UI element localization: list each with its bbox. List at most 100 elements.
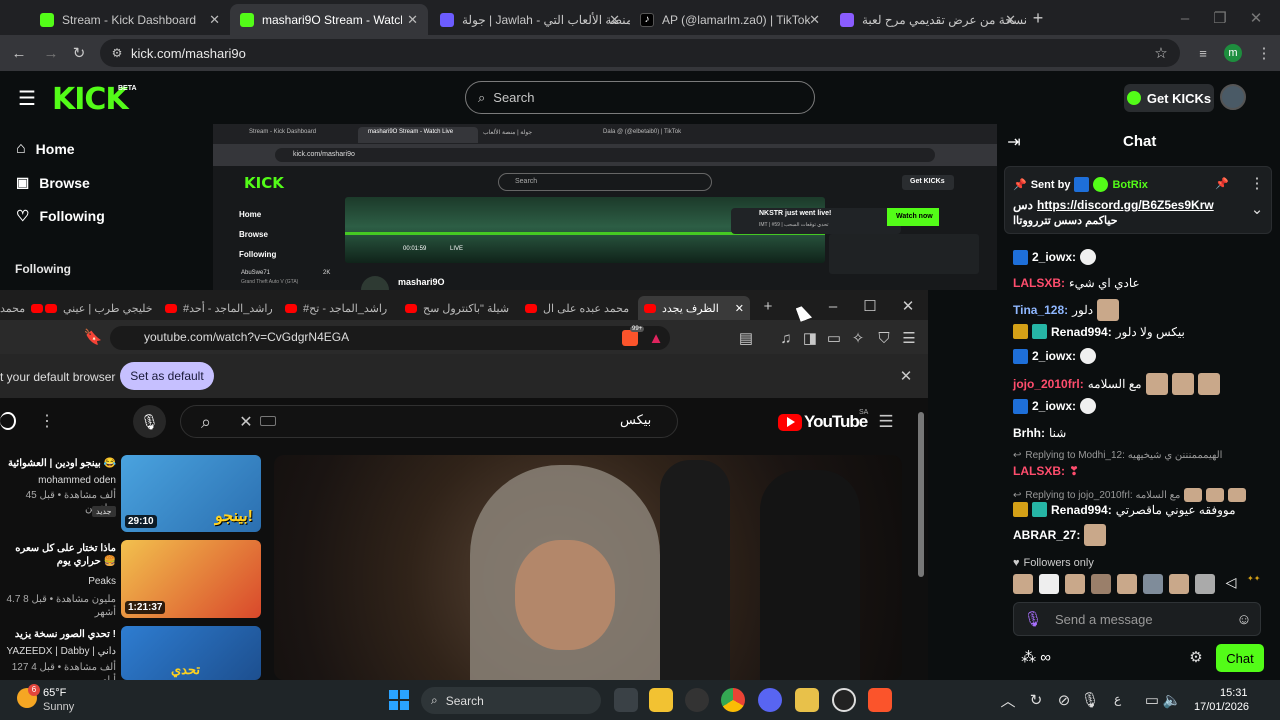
- ai-sparkle-icon[interactable]: ✧: [850, 330, 866, 347]
- emote-icon[interactable]: [1039, 574, 1059, 594]
- sidebar-icon[interactable]: ◨: [802, 330, 818, 347]
- chat-username[interactable]: Renad994:: [1051, 503, 1112, 517]
- yt-extension-icon[interactable]: ▤: [738, 330, 754, 347]
- video-channel[interactable]: mohammed oden: [0, 474, 116, 487]
- vpn-shield-icon[interactable]: ⛉: [876, 330, 892, 347]
- pinned-more-icon[interactable]: ⋮: [1250, 175, 1265, 192]
- unpin-icon[interactable]: 📌: [1215, 176, 1229, 190]
- close-tab-icon[interactable]: ✕: [609, 12, 620, 28]
- yt-bookmark-icon[interactable]: 🔖: [84, 328, 103, 346]
- video-channel[interactable]: Peaks: [0, 575, 116, 588]
- chrome-menu-icon[interactable]: ⋮: [1254, 42, 1274, 64]
- yt-account-icon[interactable]: [0, 412, 16, 430]
- chrome-icon[interactable]: [721, 688, 745, 712]
- voice-search-icon[interactable]: 🎙: [133, 405, 166, 438]
- close-tab-icon[interactable]: ✕: [209, 12, 220, 28]
- close-tab-icon[interactable]: ✕: [1005, 12, 1016, 28]
- weather-temp[interactable]: 65°F: [43, 687, 66, 699]
- music-icon[interactable]: ♫: [778, 330, 794, 347]
- forward-arrow-icon[interactable]: →: [40, 42, 62, 64]
- back-arrow-icon[interactable]: ←: [8, 42, 30, 64]
- file-explorer-icon[interactable]: [649, 688, 673, 712]
- pinned-user[interactable]: BotRix: [1112, 179, 1147, 191]
- send-icon[interactable]: ◁: [1221, 574, 1241, 594]
- bookmark-star-icon[interactable]: ☆: [1150, 42, 1172, 64]
- nav-following[interactable]: ♡ Following: [16, 207, 105, 225]
- yt-tab[interactable]: #راشد_الماجد - تح: [285, 296, 400, 320]
- youtube-logo-text[interactable]: YouTube: [804, 412, 868, 432]
- weather-desc[interactable]: Sunny: [43, 701, 74, 713]
- close-tab-icon[interactable]: ✕: [809, 12, 820, 28]
- chat-reply-context[interactable]: ↩ Replying to Modhi_12: الهيمممنننن ي شي…: [1013, 450, 1222, 461]
- kick-search-input[interactable]: ⌕ Search: [465, 81, 815, 114]
- collapse-chat-icon[interactable]: ⇥: [1005, 133, 1023, 151]
- address-bar[interactable]: [100, 39, 1180, 67]
- clock-date[interactable]: 17/01/2026: [1194, 701, 1249, 713]
- chat-username[interactable]: Renad994:: [1051, 325, 1112, 339]
- microphone-icon[interactable]: 🎙: [1023, 610, 1042, 628]
- chat-username[interactable]: Tina_128:: [1013, 303, 1068, 317]
- stream-video-player[interactable]: Stream - Kick Dashboard mashari9O Stream…: [213, 124, 997, 290]
- chat-username[interactable]: 2_iowx:: [1032, 349, 1076, 363]
- close-tab-icon[interactable]: ✕: [735, 302, 744, 315]
- yt-tab[interactable]: #راشد_الماجد - أحد: [165, 296, 280, 320]
- close-window-icon[interactable]: ✕: [1246, 8, 1266, 28]
- tab-jawlah[interactable]: جولة | Jawlah - منصة الألعاب التي ✕: [430, 4, 630, 35]
- chat-username[interactable]: 2_iowx:: [1032, 399, 1076, 413]
- expand-pinned-icon[interactable]: ⌄: [1250, 201, 1264, 218]
- maximize-window-icon[interactable]: ❐: [1210, 8, 1230, 28]
- chat-reply-context[interactable]: ↩ Replying to jojo_2010frl: مع السلامه: [1013, 488, 1247, 502]
- chat-send-button[interactable]: Chat: [1216, 644, 1264, 672]
- app-icon[interactable]: [795, 688, 819, 712]
- close-infobar-icon[interactable]: ✕: [898, 368, 914, 385]
- yt-search-value[interactable]: بيكس: [620, 412, 651, 428]
- clock-time[interactable]: 15:31: [1220, 687, 1248, 699]
- brave-rewards-icon[interactable]: ▲: [648, 330, 664, 347]
- kick-logo[interactable]: KICK: [52, 82, 129, 117]
- yt-scrollbar[interactable]: [918, 412, 924, 577]
- input-language[interactable]: ع: [1114, 692, 1121, 706]
- emote-icon[interactable]: [1013, 574, 1033, 594]
- emote-icon[interactable]: [1117, 574, 1137, 594]
- tray-overflow-icon[interactable]: ︿: [1000, 690, 1016, 710]
- emoji-picker-icon[interactable]: ☺: [1236, 611, 1252, 628]
- yt-tab[interactable]: محمد: [0, 296, 44, 320]
- emote-icon[interactable]: [1195, 574, 1215, 594]
- clear-search-icon[interactable]: ✕: [236, 410, 256, 434]
- url-text[interactable]: kick.com/mashari9o: [131, 46, 246, 61]
- sync-icon[interactable]: ↻: [1028, 690, 1044, 710]
- chat-username[interactable]: Brhh:: [1013, 426, 1045, 440]
- brave-icon[interactable]: [868, 688, 892, 712]
- microphone-icon[interactable]: 🎙: [1080, 690, 1099, 710]
- app-icon[interactable]: [685, 688, 709, 712]
- yt-hamburger-icon[interactable]: ☰: [876, 412, 896, 432]
- chat-username[interactable]: LALSXB:: [1013, 276, 1065, 290]
- yt-tab-active[interactable]: الظرف يجدد ✕: [638, 296, 750, 320]
- new-tab-button[interactable]: +: [1028, 8, 1048, 28]
- network-icon[interactable]: ▭: [1144, 690, 1160, 710]
- chat-username[interactable]: jojo_2010frl:: [1013, 377, 1084, 391]
- wallet-icon[interactable]: ▭: [826, 330, 842, 347]
- tab-canva[interactable]: نسخة من عرض تقديمي مرح لعبة ✕: [830, 4, 1026, 35]
- media-controls-icon[interactable]: ≡: [1192, 42, 1214, 64]
- tab-kick-stream[interactable]: mashari9O Stream - Watch Live ✕: [230, 4, 428, 35]
- video-thumbnail[interactable]: بينجو! 29:10: [121, 455, 261, 532]
- yt-minimize-icon[interactable]: –: [825, 298, 841, 315]
- yt-tab[interactable]: شيلة "باكنترول سح: [405, 296, 520, 320]
- task-view-icon[interactable]: [614, 688, 638, 712]
- kick-points-icon[interactable]: ⁂ ∞: [1018, 648, 1054, 666]
- chat-username[interactable]: LALSXB:: [1013, 464, 1065, 478]
- set-as-default-button[interactable]: Set as default: [120, 362, 214, 390]
- tab-tiktok[interactable]: ♪ AP (@lamarlm.za0) | TikTok ✕: [630, 4, 830, 35]
- tab-kick-dashboard[interactable]: Stream - Kick Dashboard ✕: [30, 4, 230, 35]
- yt-new-tab-button[interactable]: +: [760, 298, 776, 315]
- video-title[interactable]: ماذا تختار على كل سعره حراري يوم 🍔: [0, 542, 116, 568]
- yt-tab[interactable]: خليجي طرب | عيني: [45, 296, 160, 320]
- hamburger-menu-icon[interactable]: ☰: [16, 88, 38, 110]
- nav-home[interactable]: ⌂ Home: [16, 140, 75, 158]
- tray-app-icon[interactable]: ⊘: [1056, 690, 1072, 710]
- video-thumbnail[interactable]: تحدي: [121, 626, 261, 680]
- site-info-icon[interactable]: ⚙: [108, 43, 126, 63]
- chat-username[interactable]: 2_iowx:: [1032, 250, 1076, 264]
- yt-close-window-icon[interactable]: ✕: [900, 298, 916, 315]
